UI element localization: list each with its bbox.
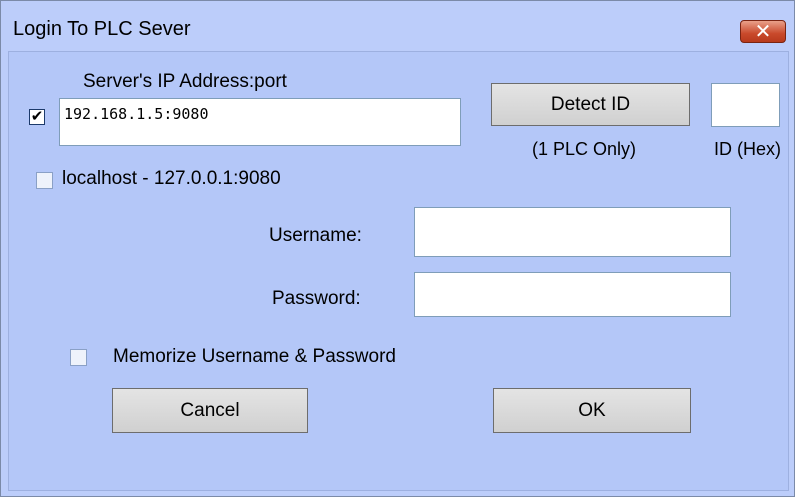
dialog-title: Login To PLC Sever: [13, 18, 191, 40]
cancel-label: Cancel: [180, 399, 240, 421]
dialog-body: Server's IP Address:port ✔ Detect ID (1 …: [8, 51, 789, 491]
detect-id-label: Detect ID: [550, 93, 631, 115]
username-label: Username:: [269, 225, 362, 246]
ok-button[interactable]: OK: [493, 388, 691, 433]
login-dialog: Login To PLC Sever ✕ Server's IP Address…: [0, 0, 795, 497]
detect-id-button[interactable]: Detect ID: [491, 83, 690, 126]
title-bar[interactable]: Login To PLC Sever ✕: [1, 1, 794, 51]
memorize-checkbox[interactable]: [70, 349, 87, 366]
memorize-label: Memorize Username & Password: [113, 346, 396, 367]
id-hex-label: ID (Hex): [714, 139, 781, 159]
detect-id-note: (1 PLC Only): [532, 139, 637, 159]
close-button[interactable]: ✕: [740, 19, 786, 43]
ok-label: OK: [578, 399, 606, 421]
checkmark-icon: ✔: [30, 107, 44, 125]
username-input[interactable]: [415, 208, 730, 256]
id-hex-input[interactable]: [712, 84, 779, 126]
username-field[interactable]: [414, 207, 731, 257]
id-hex-field[interactable]: [711, 83, 780, 127]
cancel-button[interactable]: Cancel: [112, 388, 308, 433]
password-field[interactable]: [414, 272, 731, 317]
server-address-field[interactable]: [59, 98, 461, 146]
server-address-input[interactable]: [60, 99, 460, 129]
localhost-label: localhost - 127.0.0.1:9080: [62, 168, 281, 189]
server-address-label: Server's IP Address:port: [83, 71, 287, 92]
password-label: Password:: [272, 288, 361, 309]
server-address-checkbox[interactable]: ✔: [29, 107, 45, 125]
password-input[interactable]: [415, 273, 730, 316]
close-icon: ✕: [754, 19, 772, 43]
localhost-checkbox[interactable]: [36, 172, 53, 189]
